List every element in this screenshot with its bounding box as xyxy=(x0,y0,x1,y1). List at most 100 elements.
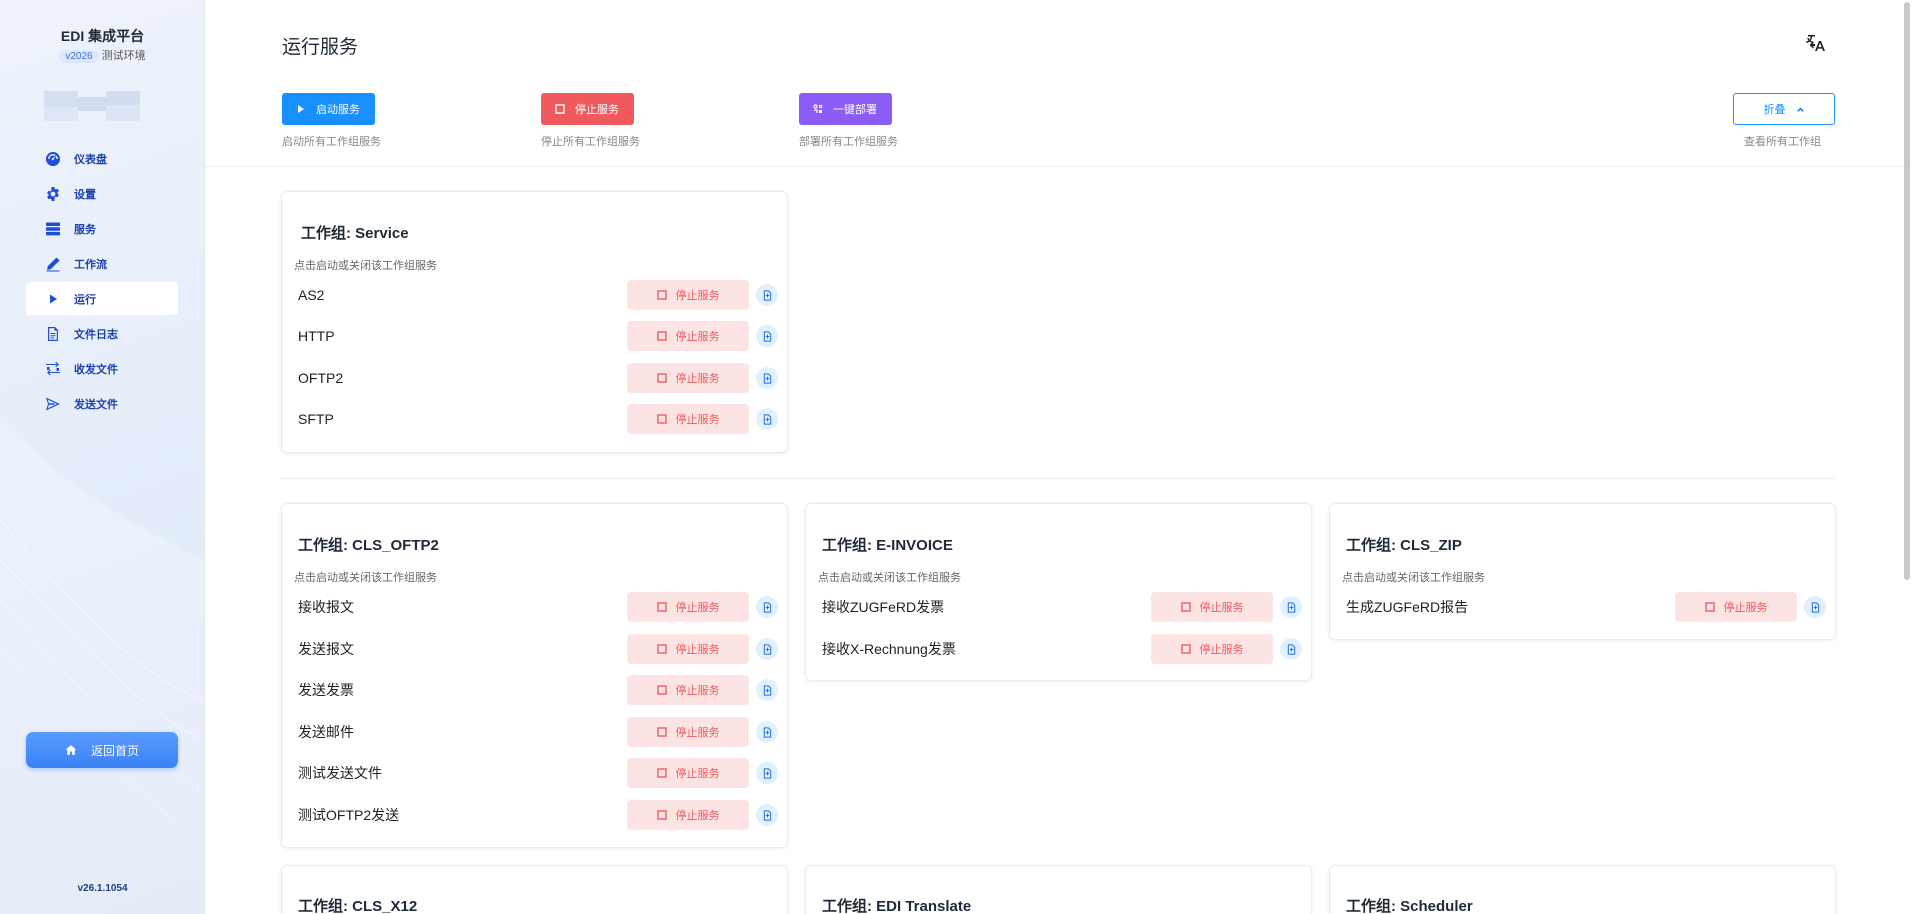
stop-service-button[interactable]: 停止服务 xyxy=(627,592,749,622)
service-name: 测试OFTP2发送 xyxy=(298,807,400,823)
stop-service-button[interactable]: 停止服务 xyxy=(627,675,749,705)
send-icon xyxy=(46,397,60,410)
document-icon xyxy=(1811,601,1819,613)
service-log-button[interactable] xyxy=(1280,596,1302,618)
service-log-button[interactable] xyxy=(756,367,778,389)
stop-service-label: 停止服务 xyxy=(1723,602,1768,614)
stop-icon xyxy=(1704,602,1715,612)
page-title: 运行服务 xyxy=(282,37,359,58)
service-row: 测试发送文件 停止服务 xyxy=(298,758,778,788)
service-row: 接收X-Rechnung发票 停止服务 xyxy=(822,634,1302,664)
service-log-button[interactable] xyxy=(756,762,778,784)
stop-service-label: 停止服务 xyxy=(675,331,720,343)
workgroup-title: 工作组: E-INVOICE xyxy=(822,537,953,554)
scrollbar-thumb[interactable] xyxy=(1904,2,1910,580)
sidebar-item-label: 发送文件 xyxy=(74,398,118,411)
service-row: 接收ZUGFeRD发票 停止服务 xyxy=(822,592,1302,622)
service-log-button[interactable] xyxy=(1280,638,1302,660)
service-log-button[interactable] xyxy=(756,679,778,701)
workgroup-desc: 点击启动或关闭该工作组服务 xyxy=(1342,572,1485,584)
service-row: 发送发票 停止服务 xyxy=(298,675,778,705)
service-name: 接收ZUGFeRD发票 xyxy=(822,599,945,615)
stop-service-label: 停止服务 xyxy=(675,602,720,614)
service-name: 发送发票 xyxy=(298,682,354,698)
stop-icon xyxy=(656,644,667,654)
sidebar-item-label: 服务 xyxy=(74,223,96,236)
service-name: 发送邮件 xyxy=(298,724,354,740)
workgroup-card-e-invoice: 工作组: E-INVOICE 点击启动或关闭该工作组服务 接收ZUGFeRD发票… xyxy=(805,503,1312,681)
stop-service-button[interactable]: 停止服务 xyxy=(627,800,749,830)
deploy-all-button[interactable]: 一键部署 xyxy=(799,93,892,125)
stop-service-button[interactable]: 停止服务 xyxy=(627,321,749,351)
workgroup-title: 工作组: CLS_ZIP xyxy=(1346,537,1462,554)
stop-service-button[interactable]: 停止服务 xyxy=(1675,592,1797,622)
sidebar-item-send[interactable]: 发送文件 xyxy=(26,387,178,420)
stop-service-button[interactable]: 停止服务 xyxy=(1151,634,1273,664)
service-log-button[interactable] xyxy=(756,804,778,826)
collapse-button[interactable]: 折叠 xyxy=(1733,93,1835,125)
service-name: 测试发送文件 xyxy=(298,765,382,781)
sidebar-item-label: 文件日志 xyxy=(74,328,118,341)
header-divider xyxy=(205,166,1912,167)
stop-service-button[interactable]: 停止服务 xyxy=(627,717,749,747)
service-log-button[interactable] xyxy=(756,284,778,306)
stop-service-button[interactable]: 停止服务 xyxy=(627,363,749,393)
sidebar: EDI 集成平台 v2026 测试环境 仪表盘 设置 服务 工作流 运行 文件日… xyxy=(0,0,205,914)
service-log-button[interactable] xyxy=(756,325,778,347)
sidebar-item-label: 仪表盘 xyxy=(74,153,107,166)
stop-service-button[interactable]: 停止服务 xyxy=(627,634,749,664)
app-title: EDI 集成平台 xyxy=(60,28,145,44)
document-icon xyxy=(1287,601,1295,613)
stop-all-button[interactable]: 停止服务 xyxy=(541,93,634,125)
sidebar-item-run[interactable]: 运行 xyxy=(26,282,178,315)
stop-service-button[interactable]: 停止服务 xyxy=(627,404,749,434)
start-all-button[interactable]: 启动服务 xyxy=(282,93,375,125)
sidebar-item-workflow[interactable]: 工作流 xyxy=(26,247,178,280)
home-button[interactable]: 返回首页 xyxy=(26,732,178,768)
language-icon[interactable] xyxy=(1806,33,1826,53)
dashboard-icon xyxy=(46,151,60,166)
home-icon xyxy=(65,745,77,755)
stop-icon xyxy=(656,685,667,695)
sidebar-item-file-log[interactable]: 文件日志 xyxy=(26,317,178,350)
stop-service-label: 停止服务 xyxy=(1199,644,1244,656)
stop-service-label: 停止服务 xyxy=(675,768,720,780)
gear-icon xyxy=(47,186,59,201)
service-log-button[interactable] xyxy=(1804,596,1826,618)
sidebar-item-dashboard[interactable]: 仪表盘 xyxy=(26,142,178,175)
workgroup-card-service: 工作组: Service 点击启动或关闭该工作组服务 AS2 停止服务 HTTP… xyxy=(281,191,788,453)
service-log-button[interactable] xyxy=(756,408,778,430)
stop-service-button[interactable]: 停止服务 xyxy=(627,280,749,310)
sidebar-nav: 仪表盘 设置 服务 工作流 运行 文件日志 收发文件 发送文件 xyxy=(26,142,178,422)
stop-service-label: 停止服务 xyxy=(675,727,720,739)
stop-all-desc: 停止所有工作组服务 xyxy=(541,136,640,148)
service-row: 发送报文 停止服务 xyxy=(298,634,778,664)
workgroup-title: 工作组: CLS_X12 xyxy=(298,898,418,914)
service-name: 接收X-Rechnung发票 xyxy=(822,641,956,657)
workgroup-card-cls-zip: 工作组: CLS_ZIP 点击启动或关闭该工作组服务 生成ZUGFeRD报告 停… xyxy=(1329,503,1836,640)
stop-icon xyxy=(1180,644,1191,654)
stop-icon xyxy=(656,414,667,424)
stop-service-button[interactable]: 停止服务 xyxy=(1151,592,1273,622)
service-log-button[interactable] xyxy=(756,596,778,618)
collapse-label: 折叠 xyxy=(1763,104,1786,116)
home-button-label: 返回首页 xyxy=(90,743,139,758)
pencil-icon xyxy=(46,257,60,271)
sidebar-item-services[interactable]: 服务 xyxy=(26,212,178,245)
service-row: OFTP2 停止服务 xyxy=(298,363,778,393)
service-row: AS2 停止服务 xyxy=(298,280,778,310)
section-divider xyxy=(281,478,1835,479)
sidebar-item-transfer[interactable]: 收发文件 xyxy=(26,352,178,385)
service-row: SFTP 停止服务 xyxy=(298,404,778,434)
stop-all-label: 停止服务 xyxy=(575,104,619,116)
env-info: v2026 测试环境 xyxy=(0,47,204,63)
sidebar-item-settings[interactable]: 设置 xyxy=(26,177,178,210)
service-log-button[interactable] xyxy=(756,721,778,743)
service-name: 接收报文 xyxy=(298,599,354,615)
stop-service-button[interactable]: 停止服务 xyxy=(627,758,749,788)
service-log-button[interactable] xyxy=(756,638,778,660)
server-icon xyxy=(46,222,60,235)
stop-icon xyxy=(656,373,667,383)
service-row: 测试OFTP2发送 停止服务 xyxy=(298,800,778,830)
sidebar-item-label: 收发文件 xyxy=(74,363,118,376)
